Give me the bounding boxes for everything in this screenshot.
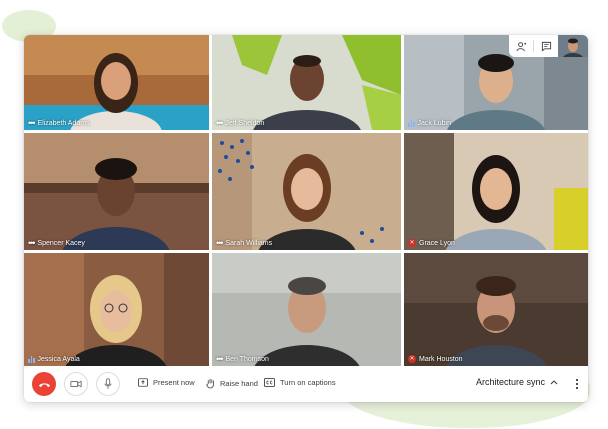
participant-tile[interactable]: ✕ Mark Houston [404,253,588,366]
mic-muted-icon: ✕ [408,239,416,247]
participant-video [212,133,401,250]
closed-captions-icon [264,378,275,387]
participant-name: Jessica Ayala [37,356,80,363]
participant-video [24,253,209,366]
participant-video [24,133,209,250]
speaking-indicator-icon [28,356,35,363]
participant-name-tag: ••• Ben Thomson [216,355,269,364]
end-call-button[interactable] [32,372,56,396]
participant-name-tag: ✕ Mark Houston [408,355,463,363]
participant-tile[interactable]: ✕ Grace Lyon [404,133,588,250]
people-button[interactable] [509,35,533,57]
video-call-window: ••• Elizabeth Adams ••• Jeff Sheldon Jac… [24,35,588,402]
participant-tile[interactable]: ••• Elizabeth Adams [24,35,209,130]
participant-grid: ••• Elizabeth Adams ••• Jeff Sheldon Jac… [24,35,588,366]
participant-tile[interactable]: ••• Spencer Kacey [24,133,209,250]
participant-name-tag: ••• Jeff Sheldon [216,119,265,128]
participant-name: Jack Lubin [417,120,451,127]
participant-name: Ben Thomson [225,356,269,363]
participant-tile[interactable]: ••• Ben Thomson [212,253,401,366]
participant-video [24,35,209,130]
participant-name-tag: ••• Sarah Williams [216,239,273,248]
present-now-button[interactable]: Present now [138,378,195,387]
participant-name: Mark Houston [419,355,463,363]
participant-name-tag: Jessica Ayala [28,356,80,363]
microphone-icon [104,378,112,389]
mic-muted-icon: ✕ [408,355,416,363]
more-options-icon[interactable]: ••• [216,239,224,248]
more-options-icon[interactable]: ••• [216,355,224,364]
participant-tile[interactable]: ••• Sarah Williams [212,133,401,250]
participant-video [212,253,401,366]
kebab-menu-icon [575,378,579,390]
participant-name: Elizabeth Adams [37,120,90,127]
raise-hand-button[interactable]: Raise hand [206,378,258,389]
participant-video [404,253,588,366]
captions-label: Turn on captions [280,378,336,387]
call-toolbar: Present now Raise hand Turn on captions … [24,366,588,402]
captions-button[interactable]: Turn on captions [264,378,336,387]
camera-toggle-button[interactable] [64,372,88,396]
participant-video [404,133,588,250]
people-icon [515,41,526,51]
chevron-up-icon [550,380,558,385]
participant-name: Grace Lyon [419,239,455,247]
raise-hand-label: Raise hand [220,379,258,388]
top-right-controls [509,35,588,57]
participant-name: Jeff Sheldon [225,120,265,127]
video-camera-icon [70,380,82,388]
microphone-toggle-button[interactable] [96,372,120,396]
more-options-icon[interactable]: ••• [28,119,36,128]
phone-hangup-icon [38,382,50,387]
meeting-title: Architecture sync [475,377,545,387]
participant-name-tag: ••• Spencer Kacey [28,239,85,248]
present-now-label: Present now [153,378,195,387]
more-options-button[interactable] [575,377,579,395]
more-options-icon[interactable]: ••• [28,239,36,248]
participant-video [212,35,401,130]
participant-name: Sarah Williams [225,240,273,247]
more-options-icon[interactable]: ••• [216,119,224,128]
speaking-indicator-icon [408,120,415,127]
participant-tile[interactable]: ••• Jeff Sheldon [212,35,401,130]
self-view-thumbnail[interactable] [558,35,588,57]
meeting-details-button[interactable]: Architecture sync [476,377,558,387]
participant-name-tag: ✕ Grace Lyon [408,239,455,247]
participant-tile[interactable]: Jessica Ayala [24,253,209,366]
self-view-video [558,35,588,57]
chat-icon [541,41,551,52]
present-screen-icon [138,378,148,387]
participant-name-tag: Jack Lubin [408,120,451,127]
hand-icon [206,378,215,389]
participant-name: Spencer Kacey [37,240,85,247]
participant-name-tag: ••• Elizabeth Adams [28,119,90,128]
chat-button[interactable] [534,35,558,57]
